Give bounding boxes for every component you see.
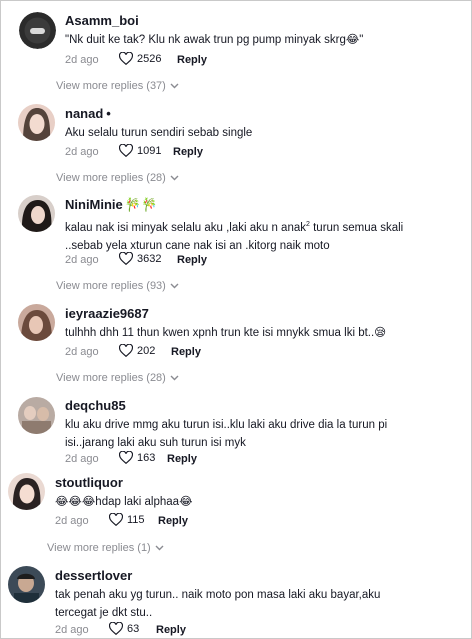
like-count: 2526 (137, 52, 162, 65)
comment-date: 2d ago (65, 254, 99, 266)
comment-text-line: tak penah aku yg turun.. naik moto pon m… (55, 589, 381, 601)
comment-text: klu aku drive mmg aku turun isi..klu lak… (65, 416, 445, 452)
reply-button[interactable]: Reply (177, 254, 207, 266)
heart-icon (109, 622, 123, 635)
username-text[interactable]: deqchu85 (65, 398, 126, 413)
username[interactable]: ieyraazie9687 (65, 306, 149, 321)
comment-date: 2d ago (65, 146, 99, 158)
avatar[interactable] (19, 12, 56, 49)
view-more-label: View more replies (28) (56, 172, 166, 184)
heart-icon (109, 513, 123, 526)
username-text[interactable]: stoutliquor (55, 475, 123, 490)
like-button[interactable]: 2526 (119, 52, 161, 65)
comment-text-line: ..sebab yela xturun cane nak isi an .kit… (65, 239, 330, 252)
avatar[interactable] (18, 397, 55, 434)
username-suffix: • (106, 106, 111, 121)
avatar[interactable] (8, 473, 45, 510)
like-count: 3632 (137, 252, 162, 265)
heart-icon (119, 252, 133, 265)
comment-text-line: isi..jarang laki aku suh turun isi myk (65, 437, 246, 449)
avatar[interactable] (18, 104, 55, 141)
like-button[interactable]: 1091 (119, 144, 161, 157)
view-more-label: View more replies (93) (56, 280, 166, 292)
chevron-down-icon (155, 545, 164, 551)
view-more-replies[interactable]: View more replies (37) (56, 80, 179, 92)
view-more-replies[interactable]: View more replies (1) (47, 542, 164, 554)
username-text[interactable]: NiniMinie (65, 197, 123, 212)
heart-icon (119, 344, 133, 357)
username[interactable]: nanad • (65, 106, 111, 121)
username-text[interactable]: dessertlover (55, 568, 132, 583)
reply-button[interactable]: Reply (167, 453, 197, 465)
like-count: 63 (127, 622, 140, 635)
comment-text-line: tercegat je dkt stu.. (55, 607, 153, 619)
view-more-label: View more replies (37) (56, 80, 166, 92)
like-count: 202 (137, 344, 156, 357)
comment-text: Aku selalu turun sendiri sebab single (65, 127, 253, 139)
chevron-down-icon (170, 83, 179, 89)
comment-text: tulhhh dhh 11 thun kwen xpnh trun kte is… (65, 327, 387, 339)
chevron-down-icon (170, 175, 179, 181)
username[interactable]: stoutliquor (55, 475, 123, 490)
username-text[interactable]: nanad (65, 106, 103, 121)
comment-date: 2d ago (65, 346, 99, 358)
reply-button[interactable]: Reply (177, 54, 207, 66)
comment-date: 2d ago (65, 54, 99, 66)
username-text[interactable]: ieyraazie9687 (65, 306, 149, 321)
comment-text: tak penah aku yg turun.. naik moto pon m… (55, 586, 435, 622)
avatar[interactable] (18, 195, 55, 232)
comment-text-line: kalau nak isi minyak selalu aku ,laki ak… (65, 221, 306, 234)
like-button[interactable]: 202 (119, 344, 155, 357)
heart-icon (119, 144, 133, 157)
chevron-down-icon (170, 375, 179, 381)
view-more-replies[interactable]: View more replies (28) (56, 172, 179, 184)
bamboo-emoji: 🎋🎋 (124, 197, 158, 212)
comment-panel: Asamm_boi "Nk duit ke tak? Klu nk awak t… (0, 0, 472, 639)
like-button[interactable]: 115 (109, 513, 145, 526)
chevron-down-icon (170, 283, 179, 289)
comment-text: "Nk duit ke tak? Klu nk awak trun pg pum… (65, 34, 364, 46)
username-text[interactable]: Asamm_boi (65, 13, 139, 28)
comment-text: 😂😂😂hdap laki alphaa😂 (55, 496, 193, 508)
like-count: 115 (127, 513, 145, 526)
comment-date: 2d ago (55, 624, 89, 636)
username[interactable]: Asamm_boi (65, 13, 139, 28)
like-button[interactable]: 3632 (119, 252, 161, 265)
reply-button[interactable]: Reply (171, 346, 201, 358)
reply-button[interactable]: Reply (173, 146, 203, 158)
username[interactable]: dessertlover (55, 568, 132, 583)
reply-button[interactable]: Reply (156, 624, 186, 636)
comment-date: 2d ago (55, 515, 89, 527)
view-more-replies[interactable]: View more replies (93) (56, 280, 179, 292)
comment-date: 2d ago (65, 453, 99, 465)
username[interactable]: deqchu85 (65, 398, 126, 413)
username[interactable]: NiniMinie 🎋🎋 (65, 197, 157, 213)
like-button[interactable]: 163 (119, 451, 155, 464)
view-more-replies[interactable]: View more replies (28) (56, 372, 179, 384)
like-count: 163 (137, 451, 156, 464)
view-more-label: View more replies (28) (56, 372, 166, 384)
avatar[interactable] (8, 566, 45, 603)
like-button[interactable]: 63 (109, 622, 139, 635)
heart-icon (119, 451, 133, 464)
comment-text-line: turun semua skali (309, 221, 404, 234)
reply-button[interactable]: Reply (158, 515, 188, 527)
heart-icon (119, 52, 133, 65)
view-more-label: View more replies (1) (47, 542, 151, 554)
comment-text-line: klu aku drive mmg aku turun isi..klu lak… (65, 419, 388, 431)
like-count: 1091 (137, 144, 162, 157)
comment-text: kalau nak isi minyak selalu aku ,laki ak… (65, 216, 445, 255)
avatar[interactable] (18, 304, 55, 341)
